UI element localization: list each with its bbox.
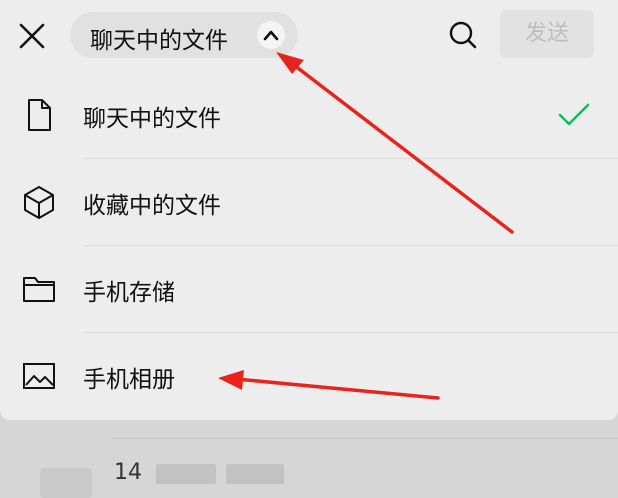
blurred-text [226, 464, 284, 484]
background-list-item-text: 14 [114, 460, 142, 485]
source-selector-label: 聊天中的文件 [90, 28, 228, 54]
close-icon [19, 23, 45, 49]
menu-item-favorite-files[interactable]: 收藏中的文件 [0, 159, 618, 246]
menu-item-label: 聊天中的文件 [83, 106, 221, 132]
chevron-up-icon [257, 21, 285, 49]
blurred-text [156, 464, 216, 484]
menu-item-phone-storage[interactable]: 手机存储 [0, 246, 618, 333]
menu-item-label: 手机相册 [83, 367, 175, 393]
top-bar: 聊天中的文件 发送 [0, 0, 618, 72]
document-icon [28, 99, 51, 131]
background-file-list: 14 [0, 420, 618, 498]
menu-item-phone-album[interactable]: 手机相册 [0, 333, 618, 420]
folder-icon [23, 277, 55, 302]
checkmark-icon [558, 103, 590, 126]
menu-item-label: 手机存储 [83, 280, 175, 306]
source-selector[interactable]: 聊天中的文件 [70, 12, 298, 58]
search-icon [449, 21, 477, 49]
cube-icon [24, 186, 54, 219]
file-source-sheet: 聊天中的文件 发送 聊天中的文件 收藏中的文件 手机存储 手机相册 [0, 0, 618, 420]
menu-item-label: 收藏中的文件 [83, 193, 221, 219]
divider [112, 438, 618, 439]
send-button[interactable]: 发送 [500, 10, 594, 58]
close-button[interactable] [14, 18, 50, 54]
search-button[interactable] [444, 16, 482, 54]
file-thumbnail [40, 468, 92, 498]
image-icon [23, 363, 55, 389]
menu-item-chat-files[interactable]: 聊天中的文件 [0, 72, 618, 159]
